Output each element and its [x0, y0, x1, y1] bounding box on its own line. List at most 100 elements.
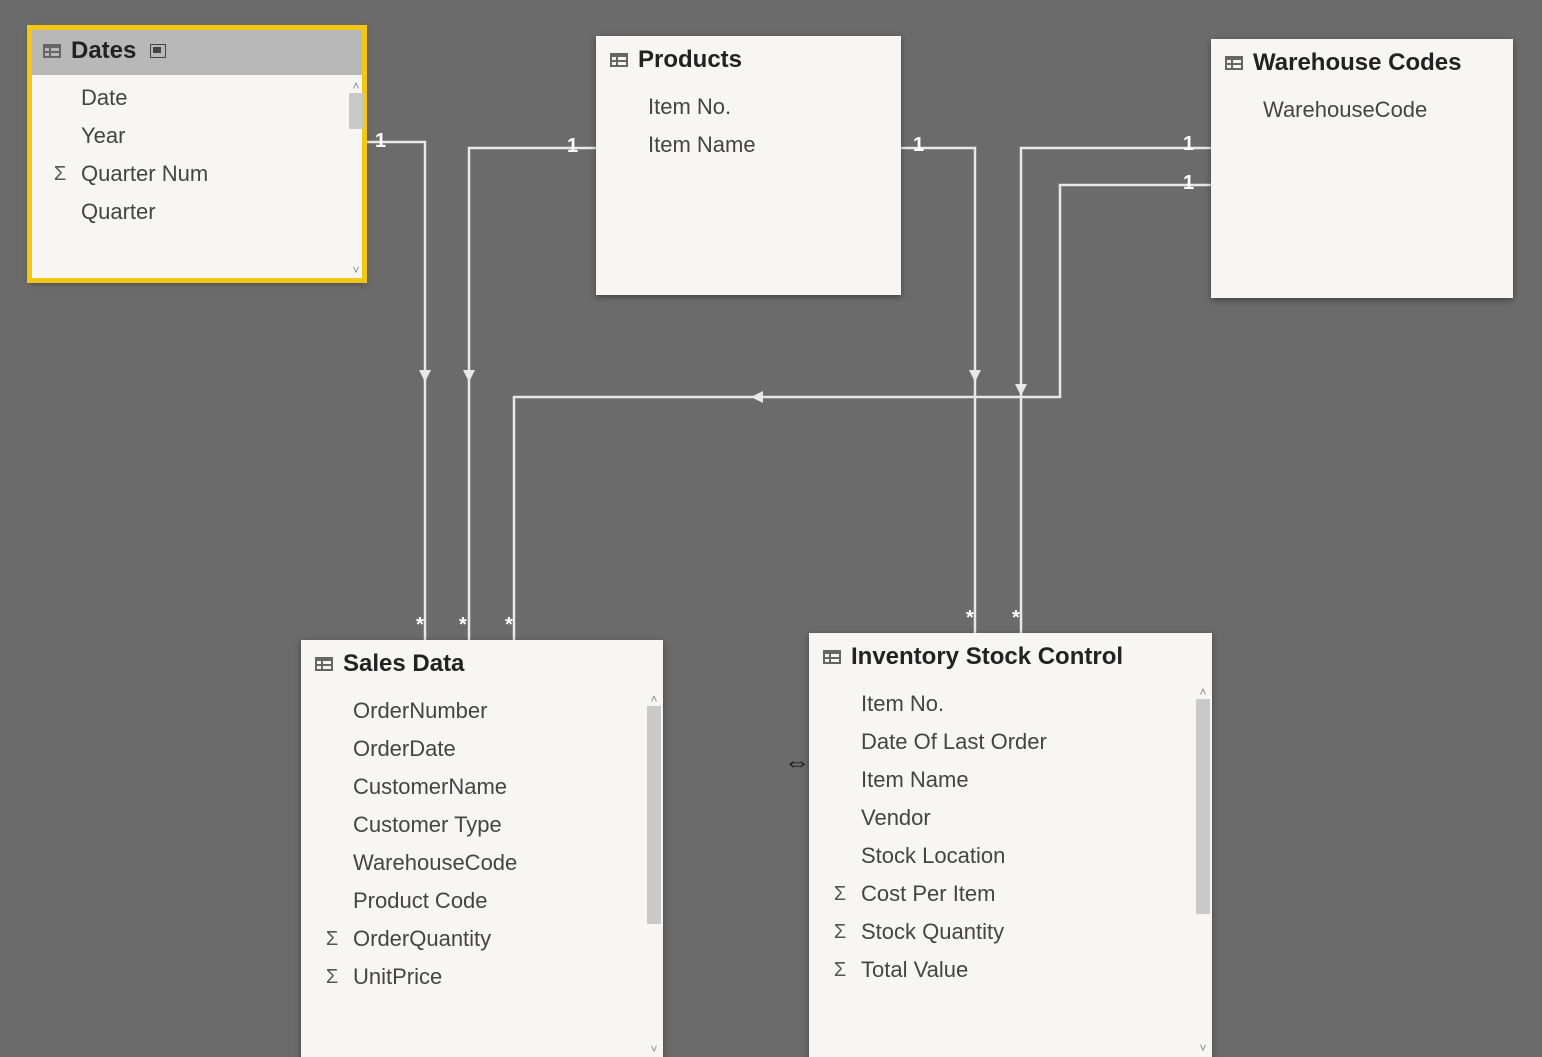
field-label: Item No.: [648, 94, 731, 120]
table-icon: [1225, 56, 1243, 70]
chevron-down-icon[interactable]: ˅: [1196, 1041, 1210, 1055]
table-header[interactable]: Products: [596, 36, 901, 84]
field-row[interactable]: ΣStock Location: [809, 837, 1212, 875]
table-header[interactable]: Dates: [29, 27, 365, 75]
field-row[interactable]: ΣOrderNumber: [301, 692, 663, 730]
table-body: ΣDateΣYearΣQuarter NumΣQuarter˄˅: [29, 75, 365, 281]
table-header[interactable]: Inventory Stock Control: [809, 633, 1212, 681]
table-title: Sales Data: [343, 650, 464, 678]
field-row[interactable]: ΣQuarter: [29, 193, 365, 231]
field-label: WarehouseCode: [353, 850, 517, 876]
field-row[interactable]: ΣCustomer Type: [301, 806, 663, 844]
table-dates[interactable]: DatesΣDateΣYearΣQuarter NumΣQuarter˄˅: [29, 27, 365, 281]
field-label: Year: [81, 123, 125, 149]
relationship-line[interactable]: [365, 142, 425, 640]
table-icon: [315, 657, 333, 671]
field-row[interactable]: ΣWarehouseCode: [1211, 91, 1513, 129]
field-label: Stock Quantity: [861, 919, 1004, 945]
field-row[interactable]: ΣDate Of Last Order: [809, 723, 1212, 761]
filter-direction-icon: [1015, 384, 1027, 396]
field-row[interactable]: ΣWarehouseCode: [301, 844, 663, 882]
cardinality-many: *: [416, 614, 424, 637]
chevron-up-icon[interactable]: ˄: [1196, 685, 1210, 699]
field-row[interactable]: ΣItem No.: [596, 88, 901, 126]
cardinality-many: *: [459, 614, 467, 637]
sigma-icon: Σ: [321, 928, 343, 951]
table-products[interactable]: Products ΣItem No.ΣItem Name: [596, 36, 901, 295]
relationship-line[interactable]: [469, 148, 596, 640]
chevron-up-icon[interactable]: ˄: [349, 79, 363, 93]
cardinality-many: *: [1012, 607, 1020, 630]
sigma-icon: Σ: [321, 966, 343, 989]
table-icon: [43, 44, 61, 58]
field-row[interactable]: ΣItem Name: [809, 761, 1212, 799]
restore-icon[interactable]: [150, 44, 166, 58]
sigma-icon: Σ: [49, 163, 71, 186]
field-row[interactable]: ΣOrderDate: [301, 730, 663, 768]
field-row[interactable]: ΣCost Per Item: [809, 875, 1212, 913]
table-body: ΣItem No.ΣDate Of Last OrderΣItem NameΣV…: [809, 681, 1212, 1057]
scrollbar[interactable]: ˄˅: [647, 692, 661, 1056]
chevron-down-icon[interactable]: ˅: [349, 263, 363, 277]
field-label: Quarter Num: [81, 161, 208, 187]
chevron-down-icon[interactable]: ˅: [647, 1042, 661, 1056]
scrollbar[interactable]: ˄˅: [1196, 685, 1210, 1055]
field-list: ΣItem No.ΣDate Of Last OrderΣItem NameΣV…: [809, 681, 1212, 993]
filter-direction-icon: [419, 370, 431, 382]
table-body: ΣOrderNumberΣOrderDateΣCustomerNameΣCust…: [301, 688, 663, 1057]
field-label: OrderQuantity: [353, 926, 491, 952]
table-body: ΣItem No.ΣItem Name: [596, 84, 901, 295]
scroll-thumb[interactable]: [349, 93, 363, 129]
scroll-thumb[interactable]: [1196, 699, 1210, 914]
field-label: Date: [81, 85, 127, 111]
field-row[interactable]: Σ OrderQuantity: [301, 920, 663, 958]
field-label: Customer Type: [353, 812, 502, 838]
table-warehouse[interactable]: Warehouse Codes ΣWarehouseCode: [1211, 39, 1513, 298]
cardinality-one: 1: [567, 135, 578, 158]
field-row[interactable]: Σ Quarter Num: [29, 155, 365, 193]
table-icon: [823, 650, 841, 664]
field-row[interactable]: ΣItem No.: [809, 685, 1212, 723]
scroll-thumb[interactable]: [647, 706, 661, 924]
cardinality-one: 1: [1183, 172, 1194, 195]
field-row[interactable]: ΣItem Name: [596, 126, 901, 164]
relationship-line[interactable]: [1021, 148, 1211, 633]
field-row[interactable]: ΣUnitPrice: [301, 958, 663, 996]
cardinality-one: 1: [1183, 133, 1194, 156]
field-row[interactable]: ΣTotal Value: [809, 951, 1212, 989]
filter-direction-icon: [463, 370, 475, 382]
field-row[interactable]: ΣDate: [29, 79, 365, 117]
field-label: Item No.: [861, 691, 944, 717]
field-label: OrderNumber: [353, 698, 487, 724]
table-title: Products: [638, 46, 742, 74]
field-row[interactable]: ΣCustomerName: [301, 768, 663, 806]
field-label: Cost Per Item: [861, 881, 995, 907]
table-title: Dates: [71, 37, 136, 65]
field-label: Item Name: [648, 132, 756, 158]
field-label: Stock Location: [861, 843, 1005, 869]
field-row[interactable]: ΣProduct Code: [301, 882, 663, 920]
chevron-up-icon[interactable]: ˄: [647, 692, 661, 706]
sigma-icon: Σ: [829, 921, 851, 944]
table-icon: [610, 53, 628, 67]
table-header[interactable]: Warehouse Codes: [1211, 39, 1513, 87]
field-label: OrderDate: [353, 736, 456, 762]
field-row[interactable]: ΣYear: [29, 117, 365, 155]
cardinality-one: 1: [375, 130, 386, 153]
field-list: ΣOrderNumberΣOrderDateΣCustomerNameΣCust…: [301, 688, 663, 1000]
table-sales[interactable]: Sales DataΣOrderNumberΣOrderDateΣCustome…: [301, 640, 663, 1057]
table-header[interactable]: Sales Data: [301, 640, 663, 688]
field-list: ΣWarehouseCode: [1211, 87, 1513, 133]
field-row[interactable]: ΣVendor: [809, 799, 1212, 837]
cardinality-many: *: [966, 607, 974, 630]
field-list: ΣDateΣYear Σ Quarter Num ΣQuarter: [29, 75, 365, 235]
table-title: Warehouse Codes: [1253, 49, 1462, 77]
table-title: Inventory Stock Control: [851, 643, 1123, 671]
model-canvas[interactable]: DatesΣDateΣYearΣQuarter NumΣQuarter˄˅Pro…: [0, 0, 1542, 1057]
field-row[interactable]: Σ Stock Quantity: [809, 913, 1212, 951]
relationship-line[interactable]: [901, 148, 975, 633]
filter-direction-icon: [969, 370, 981, 382]
table-inventory[interactable]: Inventory Stock ControlΣItem No.ΣDate Of…: [809, 633, 1212, 1057]
scrollbar[interactable]: ˄˅: [349, 79, 363, 277]
field-label: Item Name: [861, 767, 969, 793]
